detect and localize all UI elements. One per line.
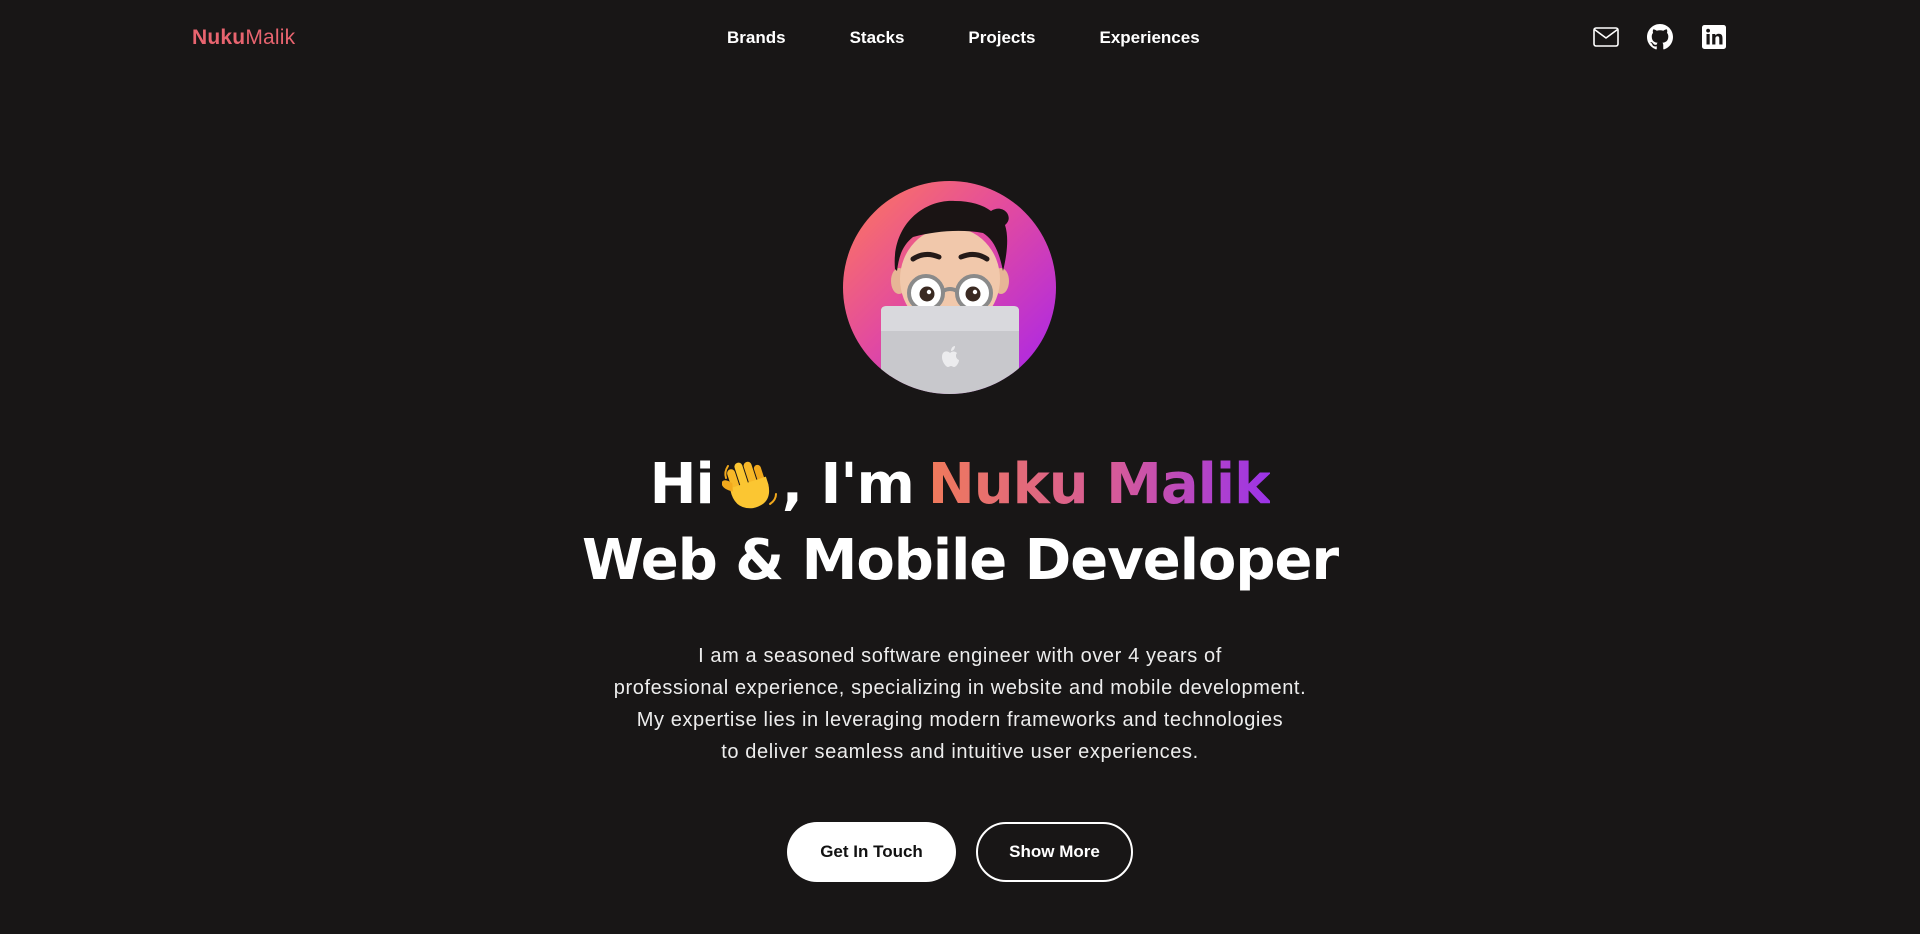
top-navbar: NukuMalik Brands Stacks Projects Experie… — [0, 0, 1920, 76]
waving-hand-icon — [721, 456, 778, 514]
hero-intro: I am a seasoned software engineer with o… — [0, 640, 1920, 768]
intro-line: My expertise lies in leveraging modern f… — [636, 709, 1284, 731]
nav-link-stacks[interactable]: Stacks — [850, 24, 905, 52]
show-more-button[interactable]: Show More — [976, 822, 1133, 882]
logo-first-name: Nuku — [192, 26, 246, 49]
intro-line: I am a seasoned software engineer with o… — [698, 645, 1222, 667]
nav-link-experiences[interactable]: Experiences — [1100, 24, 1200, 52]
logo-last-name: Malik — [245, 26, 296, 49]
social-links — [1591, 22, 1729, 52]
greeting-im: , I'm — [781, 452, 915, 517]
site-logo[interactable]: NukuMalik — [192, 24, 295, 52]
main-nav: Brands Stacks Projects Experiences — [727, 24, 1200, 52]
nav-link-brands[interactable]: Brands — [727, 24, 786, 52]
get-in-touch-button[interactable]: Get In Touch — [787, 822, 956, 882]
greeting-line: Hi , I'm Nuku Malik — [0, 447, 1920, 523]
intro-line: to deliver seamless and intuitive user e… — [721, 741, 1199, 763]
hero-name: Nuku Malik — [928, 447, 1271, 523]
greeting-hi: Hi — [649, 452, 715, 517]
github-icon[interactable] — [1645, 22, 1675, 52]
profile-avatar — [843, 181, 1056, 394]
hero-actions: Get In Touch Show More — [787, 822, 1133, 882]
hero-role: Web & Mobile Developer — [581, 528, 1339, 593]
linkedin-icon[interactable] — [1699, 22, 1729, 52]
nav-link-projects[interactable]: Projects — [968, 24, 1035, 52]
intro-line: professional experience, specializing in… — [613, 677, 1307, 699]
hero-headline: Hi , I'm Nuku Malik Web & Mobile Develop… — [0, 447, 1920, 599]
mail-icon[interactable] — [1591, 22, 1621, 52]
memoji-avatar-icon — [881, 200, 1019, 394]
